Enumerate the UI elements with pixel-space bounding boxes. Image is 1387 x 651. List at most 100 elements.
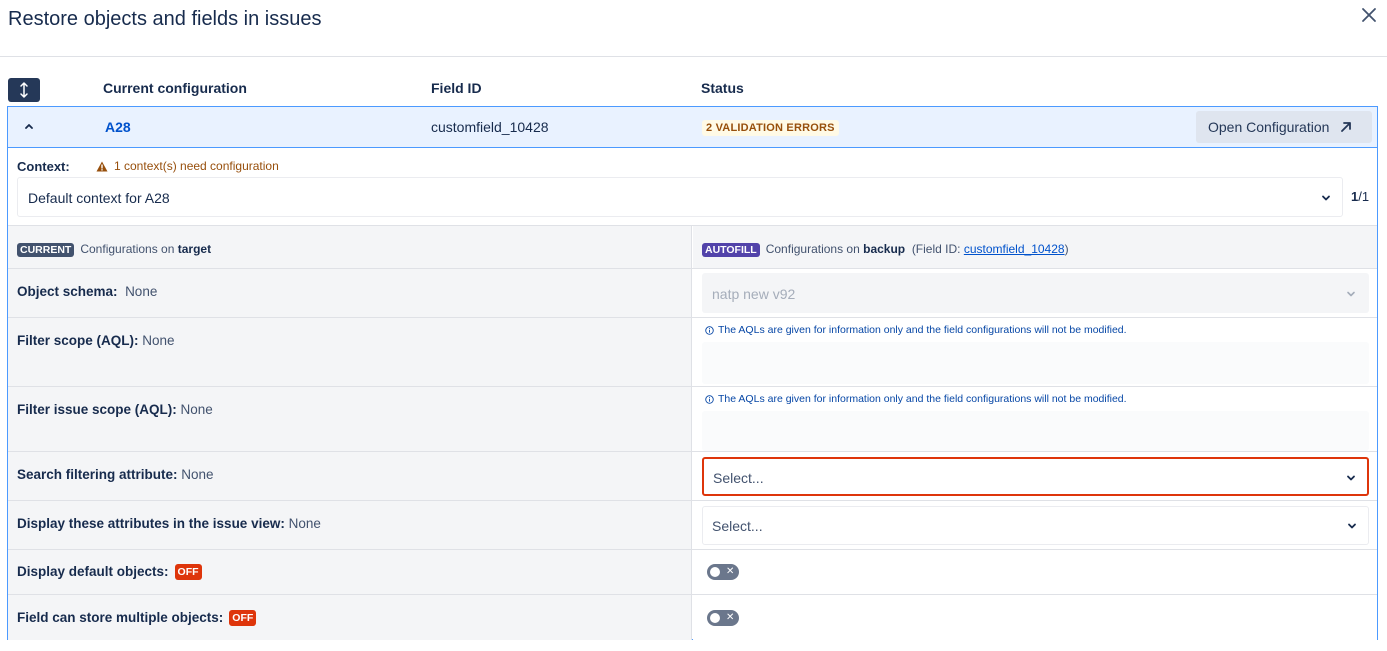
current-header-text: Configurations on target xyxy=(80,242,211,256)
autofill-field-link[interactable]: customfield_10428 xyxy=(964,242,1065,256)
multiple-objects-off-badge: OFF xyxy=(229,610,257,626)
display-default-current: Display default objects: OFF xyxy=(8,550,692,594)
chevron-up-icon[interactable] xyxy=(22,119,36,133)
row-filter-issue-scope: Filter issue scope (AQL): None The AQLs … xyxy=(8,386,1377,451)
object-schema-current: Object schema: None xyxy=(8,269,692,317)
search-filtering-label-wrap: Search filtering attribute: None xyxy=(17,467,214,482)
filter-scope-aql-box xyxy=(702,342,1369,384)
multiple-objects-label-wrap: Field can store multiple objects: OFF xyxy=(17,610,257,626)
field-name-link[interactable]: A28 xyxy=(105,119,131,135)
display-attributes-current: Display these attributes in the issue vi… xyxy=(8,501,692,549)
multiple-objects-current: Field can store multiple objects: OFF xyxy=(8,595,692,640)
chevron-down-icon xyxy=(1320,191,1332,209)
close-icon: ✕ xyxy=(726,566,735,577)
close-icon: ✕ xyxy=(726,612,735,623)
close-icon[interactable] xyxy=(1358,4,1380,26)
autofill-header-content: AUTOFILL Configurations on backup (Field … xyxy=(702,240,1069,258)
display-default-off-badge: OFF xyxy=(174,564,202,580)
filter-issue-scope-current: Filter issue scope (AQL): None xyxy=(8,387,692,451)
row-display-attributes: Display these attributes in the issue vi… xyxy=(8,500,1377,549)
multiple-objects-label: Field can store multiple objects: xyxy=(17,610,224,625)
autofill-field-prefix: (Field ID: xyxy=(911,242,964,256)
display-attributes-label: Display these attributes in the issue vi… xyxy=(17,516,285,531)
chevron-down-icon xyxy=(1346,519,1358,537)
row-display-default: Display default objects: OFF ✕ xyxy=(8,549,1377,594)
col-header-field-id: Field ID xyxy=(431,80,482,96)
table-row[interactable]: A28 customfield_10428 2 VALIDATION ERROR… xyxy=(8,107,1377,148)
multiple-objects-backup: ✕ xyxy=(693,595,1377,640)
autofill-target: backup xyxy=(863,242,906,256)
display-attributes-value: None xyxy=(288,516,321,531)
context-label: Context: xyxy=(17,159,70,174)
current-badge: CURRENT xyxy=(17,243,75,257)
search-filtering-current: Search filtering attribute: None xyxy=(8,452,692,500)
context-pager: 1/1 xyxy=(1351,189,1369,204)
filter-scope-backup: The AQLs are given for information only … xyxy=(693,318,1377,386)
filter-scope-value: None xyxy=(142,333,175,348)
sort-icon xyxy=(20,82,28,98)
display-default-backup: ✕ xyxy=(693,550,1377,594)
display-attributes-placeholder: Select... xyxy=(712,518,763,534)
row-object-schema: Object schema: None natp new v92 xyxy=(8,268,1377,317)
filter-scope-info: The AQLs are given for information only … xyxy=(705,324,1127,336)
filter-scope-label: Filter scope (AQL): xyxy=(17,333,139,348)
field-id-value: customfield_10428 xyxy=(431,119,549,135)
display-attributes-backup: Select... xyxy=(693,501,1377,549)
info-icon xyxy=(705,325,714,335)
current-header: CURRENT Configurations on target xyxy=(8,226,692,268)
sort-button[interactable] xyxy=(8,78,40,102)
autofill-header-text: Configurations on backup (Field ID: cust… xyxy=(766,242,1069,256)
pager-total: /1 xyxy=(1358,189,1370,204)
field-panel: A28 customfield_10428 2 VALIDATION ERROR… xyxy=(7,106,1378,640)
open-configuration-button[interactable]: Open Configuration xyxy=(1196,111,1372,143)
object-schema-label: Object schema: xyxy=(17,284,118,299)
search-filtering-label: Search filtering attribute: xyxy=(17,467,178,482)
filter-scope-current: Filter scope (AQL): None xyxy=(8,318,692,386)
filter-issue-scope-backup: The AQLs are given for information only … xyxy=(693,387,1377,451)
dialog-header: Restore objects and fields in issues xyxy=(0,0,1387,57)
autofill-badge: AUTOFILL xyxy=(702,243,760,257)
filter-issue-scope-value: None xyxy=(180,402,213,417)
filter-scope-label-wrap: Filter scope (AQL): None xyxy=(17,333,175,348)
context-select[interactable]: Default context for A28 xyxy=(17,177,1343,217)
current-header-content: CURRENT Configurations on target xyxy=(17,240,211,258)
current-text: Configurations on xyxy=(80,242,178,256)
search-filtering-placeholder: Select... xyxy=(713,470,764,486)
context-warning: 1 context(s) need configuration xyxy=(96,159,279,173)
col-header-current: Current configuration xyxy=(103,80,247,96)
display-default-label-wrap: Display default objects: OFF xyxy=(17,564,202,580)
chevron-down-icon xyxy=(1345,287,1357,305)
object-schema-select-value: natp new v92 xyxy=(712,286,796,302)
context-warning-text: 1 context(s) need configuration xyxy=(114,159,279,173)
col-header-status: Status xyxy=(701,80,744,96)
search-filtering-value: None xyxy=(181,467,214,482)
object-schema-select: natp new v92 xyxy=(702,273,1369,313)
multiple-objects-toggle[interactable]: ✕ xyxy=(707,610,739,626)
comparison-header-row: CURRENT Configurations on target AUTOFILL… xyxy=(8,225,1377,268)
filter-issue-scope-info: The AQLs are given for information only … xyxy=(705,393,1127,405)
filter-issue-scope-info-text: The AQLs are given for information only … xyxy=(718,393,1127,405)
object-schema-value: None xyxy=(125,284,158,299)
search-filtering-backup: Select... xyxy=(693,452,1377,500)
filter-issue-scope-label-wrap: Filter issue scope (AQL): None xyxy=(17,402,213,417)
row-search-filtering: Search filtering attribute: None Select.… xyxy=(8,451,1377,500)
row-filter-scope: Filter scope (AQL): None The AQLs are gi… xyxy=(8,317,1377,386)
search-filtering-select[interactable]: Select... xyxy=(702,457,1369,496)
display-attributes-select[interactable]: Select... xyxy=(702,506,1369,545)
object-schema-backup: natp new v92 xyxy=(693,269,1377,317)
autofill-text: Configurations on xyxy=(765,242,864,256)
dialog-title: Restore objects and fields in issues xyxy=(8,8,322,30)
display-attributes-label-wrap: Display these attributes in the issue vi… xyxy=(17,516,321,531)
current-target: target xyxy=(177,242,212,256)
row-multiple-objects: Field can store multiple objects: OFF ✕ xyxy=(8,594,1377,640)
toggle-knob xyxy=(710,567,720,577)
display-default-toggle[interactable]: ✕ xyxy=(707,564,739,580)
toggle-knob xyxy=(710,613,720,623)
autofill-field-suffix: ) xyxy=(1064,242,1069,256)
chevron-down-icon xyxy=(1345,471,1357,489)
open-configuration-label: Open Configuration xyxy=(1208,119,1330,135)
context-select-value: Default context for A28 xyxy=(28,190,170,206)
arrow-up-right-icon xyxy=(1341,122,1352,132)
display-default-label: Display default objects: xyxy=(17,564,169,579)
filter-issue-scope-aql-box xyxy=(702,411,1369,451)
